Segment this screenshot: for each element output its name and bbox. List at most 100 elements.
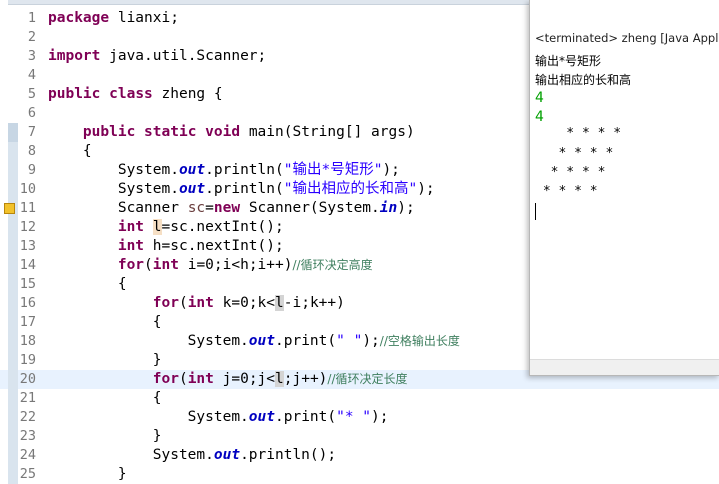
code-token: { (48, 143, 92, 159)
code-text: { (48, 313, 162, 332)
code-token: //循环决定高度 (292, 258, 373, 272)
line-number: 12 (19, 219, 36, 235)
code-line[interactable]: 22 System.out.print("* "); (0, 408, 719, 427)
line-number: 9 (27, 162, 36, 178)
code-token: int (117, 238, 145, 254)
console-horizontal-scrollbar[interactable] (530, 359, 719, 375)
annotation-bar (8, 427, 18, 446)
console-input-line: 4 (535, 109, 544, 125)
line-number: 18 (19, 333, 36, 349)
annotation-bar (8, 142, 18, 161)
code-token: for (152, 371, 179, 387)
code-text: } (48, 465, 127, 484)
code-text: for(int k=0;k<l-i;k++) (48, 294, 345, 313)
code-text: { (48, 142, 92, 161)
console-output-line: 输出*号矩形 (535, 54, 602, 68)
code-text: Scanner sc=new Scanner(System.in); (48, 199, 415, 218)
line-number: 24 (19, 447, 36, 463)
annotation-bar (8, 218, 18, 237)
code-token: //循环决定长度 (327, 372, 408, 386)
code-token: System. (48, 333, 249, 349)
console-title: <terminated> zheng [Java Appli (535, 31, 719, 45)
code-token: out (178, 181, 206, 197)
line-number: 13 (19, 238, 36, 254)
code-token: for (117, 257, 145, 273)
code-text: public static void main(String[] args) (48, 123, 415, 142)
annotation-bar (8, 161, 18, 180)
code-token: package (48, 10, 110, 26)
line-number: 11 (19, 200, 36, 216)
line-number: 6 (27, 105, 36, 121)
code-token: System. (48, 162, 179, 178)
code-line[interactable]: 24 System.out.println(); (0, 446, 719, 465)
fold-collapse-icon[interactable] (8, 123, 18, 142)
code-token: ); (417, 181, 435, 197)
annotation-bar (8, 446, 18, 465)
line-number: 1 (27, 10, 36, 26)
console-caret (535, 203, 536, 220)
code-token: int (187, 295, 214, 311)
code-line[interactable]: 25 } (0, 465, 719, 484)
code-text: { (48, 389, 162, 408)
code-token: { (48, 314, 162, 330)
code-token: static (144, 124, 197, 140)
code-token: main(String[] args) (240, 124, 415, 140)
console-view[interactable]: <terminated> zheng [Java Appli 输出*号矩形输出相… (529, 0, 719, 376)
console-output-line: * * * * (535, 184, 606, 199)
warning-icon[interactable] (4, 203, 15, 214)
code-token: l (152, 219, 162, 235)
console-input-line: 4 (535, 90, 544, 106)
line-number: 20 (19, 371, 36, 387)
line-number: 21 (19, 390, 36, 406)
code-token: out (178, 162, 206, 178)
code-token: java.util.Scanner; (100, 48, 267, 64)
code-text: package lianxi; (48, 9, 179, 28)
code-token: new (213, 200, 241, 216)
code-token: } (48, 352, 162, 368)
code-text: for(int i=0;i<h;i++)//循环决定高度 (48, 256, 373, 275)
line-number: 5 (27, 86, 36, 102)
annotation-bar (8, 256, 18, 275)
code-text: } (48, 351, 162, 370)
code-token: Scanner (48, 200, 188, 216)
code-token: } (48, 466, 127, 482)
console-output-line: 输出相应的长和高 (535, 73, 632, 87)
annotation-bar (8, 294, 18, 313)
annotation-bar (8, 313, 18, 332)
line-number: 10 (19, 181, 36, 197)
code-text: } (48, 427, 162, 446)
code-token: //空格输出长度 (379, 334, 460, 348)
code-token: k=0;k< (213, 295, 276, 311)
annotation-bar (8, 237, 18, 256)
code-token: .println( (205, 162, 284, 178)
code-text: public class zheng { (48, 85, 223, 104)
line-number: 7 (27, 124, 36, 140)
code-token: for (152, 295, 179, 311)
code-line[interactable]: 23 } (0, 427, 719, 446)
code-token: " " (336, 333, 363, 349)
annotation-bar (8, 465, 18, 484)
code-text: System.out.print(" ");//空格输出长度 (48, 332, 460, 351)
code-token: i=0;i<h;i++) (178, 257, 293, 273)
code-token: zheng { (152, 86, 223, 102)
code-text: System.out.println("输出相应的长和高"); (48, 180, 435, 199)
code-text: System.out.print("* "); (48, 408, 389, 427)
code-token: .println(); (240, 447, 337, 463)
code-token: in (379, 200, 398, 216)
code-token: int (187, 371, 214, 387)
code-token: { (48, 390, 162, 406)
code-token: j=0;j< (213, 371, 276, 387)
code-token: ); (382, 162, 400, 178)
code-token: out (213, 447, 241, 463)
code-text: for(int j=0;j<l;j++)//循环决定长度 (48, 370, 408, 389)
code-token: public (48, 86, 101, 102)
annotation-bar (8, 275, 18, 294)
code-token: import (48, 48, 101, 64)
code-line[interactable]: 21 { (0, 389, 719, 408)
